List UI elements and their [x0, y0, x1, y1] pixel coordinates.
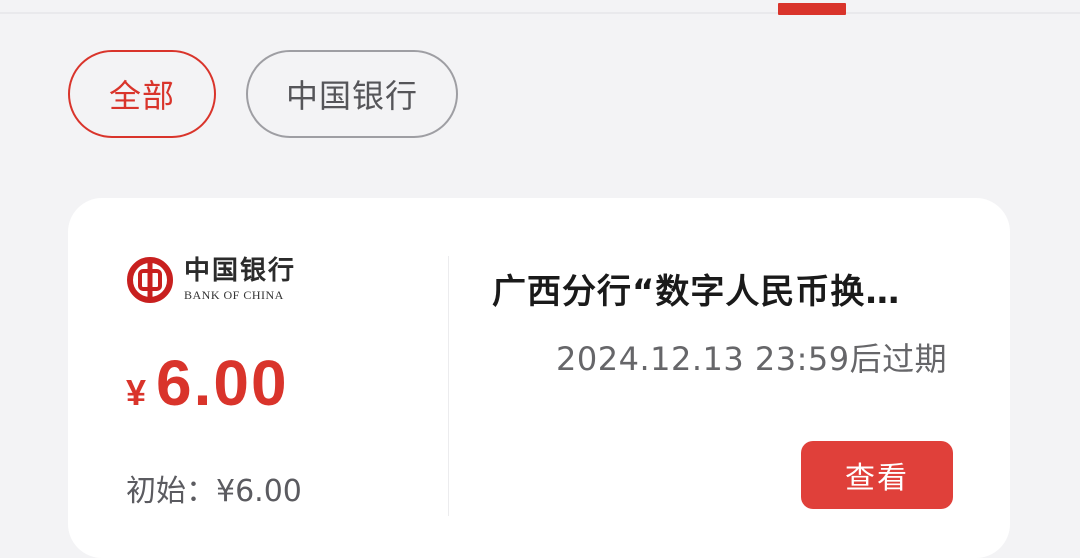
bank-filter-chips: 全部 中国银行 — [68, 50, 458, 138]
filter-chip-all[interactable]: 全部 — [68, 50, 216, 138]
bank-logo-chinese-name: 中国银行 — [184, 256, 297, 286]
bank-logo: 中国银行 BANK OF CHINA — [126, 256, 296, 304]
top-tab-divider — [0, 12, 1080, 14]
initial-amount-text: 初始：¥6.00 — [126, 474, 302, 509]
view-button[interactable]: 查看 — [801, 441, 953, 509]
coupon-card[interactable]: 中国银行 BANK OF CHINA ¥ 6.00 初始：¥6.00 广西分行“… — [68, 198, 1010, 558]
card-divider — [448, 256, 449, 516]
currency-symbol: ¥ — [126, 372, 147, 413]
bank-of-china-logo-icon — [127, 257, 173, 303]
amount-value: 6.00 — [156, 347, 289, 419]
bank-logo-english-name: BANK OF CHINA — [184, 288, 284, 302]
filter-chip-bank-of-china[interactable]: 中国银行 — [246, 50, 458, 138]
coupon-amount: ¥ 6.00 — [126, 346, 289, 420]
coupon-title: 广西分行“数字人民币换… — [492, 272, 901, 312]
active-tab-indicator — [778, 3, 846, 15]
expiry-text: 2024.12.13 23:59后过期 — [556, 340, 948, 378]
